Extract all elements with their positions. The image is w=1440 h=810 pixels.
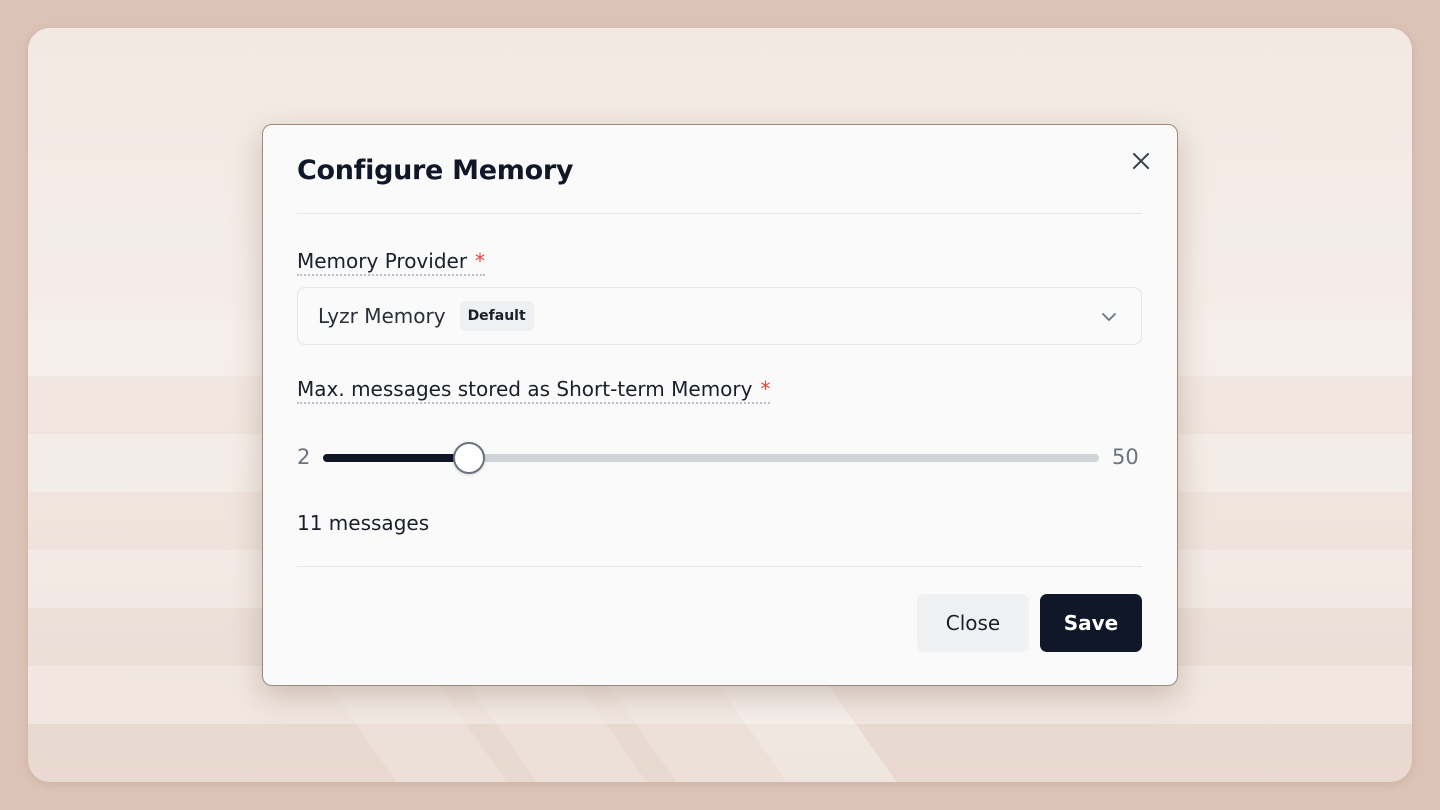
memory-provider-label: Memory Provider *	[297, 249, 486, 276]
short-term-memory-label-text: Max. messages stored as Short-term Memor…	[297, 377, 753, 401]
dialog-title: Configure Memory	[297, 155, 574, 186]
slider-min-label: 2	[297, 445, 311, 469]
memory-provider-label-text: Memory Provider	[297, 249, 468, 273]
chevron-down-icon	[1099, 307, 1119, 327]
memory-provider-select[interactable]: Lyzr Memory Default	[297, 287, 1142, 345]
messages-count: 11 messages	[297, 511, 430, 535]
default-badge: Default	[459, 301, 534, 331]
close-button[interactable]: Close	[917, 594, 1029, 652]
required-mark: *	[760, 377, 771, 401]
configure-memory-dialog: Configure Memory Memory Provider * Lyzr M…	[262, 124, 1178, 686]
header-divider	[297, 213, 1142, 214]
messages-slider-thumb[interactable]	[452, 442, 485, 474]
save-button[interactable]: Save	[1040, 594, 1142, 652]
messages-slider-fill	[323, 454, 469, 462]
footer-divider	[297, 566, 1142, 567]
messages-slider-track[interactable]	[323, 454, 1099, 462]
selected-provider: Lyzr Memory	[318, 304, 446, 328]
close-icon[interactable]	[1129, 149, 1153, 173]
required-mark: *	[475, 249, 486, 273]
slider-max-label: 50	[1112, 445, 1139, 469]
short-term-memory-label: Max. messages stored as Short-term Memor…	[297, 377, 771, 404]
